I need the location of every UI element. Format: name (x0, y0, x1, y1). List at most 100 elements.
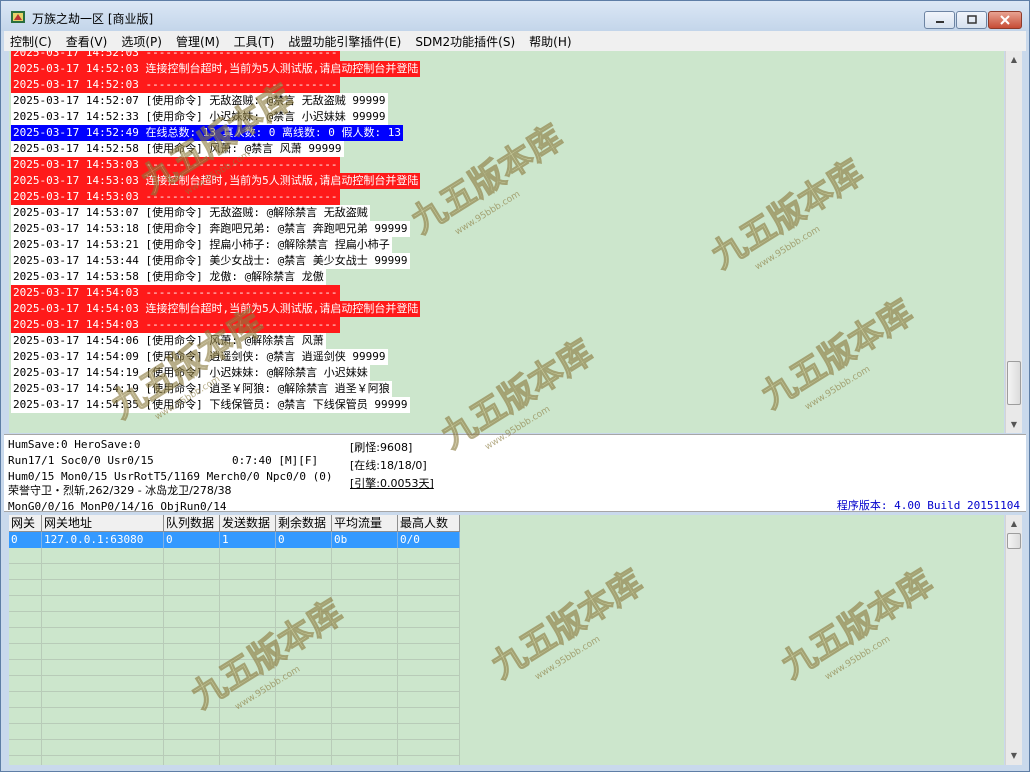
scroll-up-icon[interactable]: ▲ (1006, 51, 1022, 68)
main-window: 万族之劫一区 [商业版] 控制(C) 查看(V) 选项(P) 管理(M) 工具(… (0, 0, 1030, 772)
log-lines: 2025-03-17 14:52:03 --------------------… (11, 51, 421, 413)
col-sent-data[interactable]: 发送数据 (220, 515, 276, 532)
log-line-text: 2025-03-17 14:52:03 连接控制台超时,当前为5人测试版,请启动… (11, 61, 421, 77)
log-line-normal: 2025-03-17 14:53:58 [使用命令] 龙傲: @解除禁言 龙傲 (11, 269, 420, 285)
status-monsters: MonG0/0/16 MonP0/14/16 ObjRun0/14 (8, 500, 227, 513)
gateway-table: 网关 网关地址 队列数据 发送数据 剩余数据 平均流量 最高人数 0 127.0… (9, 515, 460, 765)
minimize-button[interactable] (924, 11, 955, 29)
cell-queue-data: 0 (164, 532, 220, 548)
log-line-text: 2025-03-17 14:53:44 [使用命令] 美少女战士: @禁言 美少… (11, 253, 410, 269)
menu-sdm2-plugin[interactable]: SDM2功能插件(S) (409, 33, 521, 50)
log-line-error: 2025-03-17 14:52:03 连接控制台超时,当前为5人测试版,请启动… (11, 61, 421, 77)
table-row[interactable]: 0 127.0.0.1:63080 0 1 0 0b 0/0 (9, 532, 460, 548)
menu-help[interactable]: 帮助(H) (523, 33, 577, 50)
log-line-error: 2025-03-17 14:54:03 --------------------… (11, 317, 420, 333)
log-line-error: 2025-03-17 14:52:03 --------------------… (11, 77, 420, 93)
status-panel: HumSave:0 HeroSave:0 Run17/1 Soc0/0 Usr0… (4, 434, 1026, 513)
grid-column-line (42, 532, 164, 765)
menu-bar: 控制(C) 查看(V) 选项(P) 管理(M) 工具(T) 战盟功能引擎插件(E… (4, 31, 1026, 51)
status-run: Run17/1 Soc0/0 Usr0/15 (8, 454, 154, 467)
col-queue-data[interactable]: 队列数据 (164, 515, 220, 532)
grid-column-line (9, 532, 42, 765)
refresh-monster-counter: [刷怪:9608] (350, 441, 413, 454)
online-counter: [在线:18/18/0] (350, 459, 427, 472)
log-line-normal: 2025-03-17 14:54:19 [使用命令] 逍圣￥阿狼: @解除禁言 … (11, 381, 420, 397)
log-line-error: 2025-03-17 14:54:03 --------------------… (11, 285, 420, 301)
log-line-error: 2025-03-17 14:54:03 连接控制台超时,当前为5人测试版,请启动… (11, 301, 421, 317)
col-gateway[interactable]: 网关 (9, 515, 42, 532)
log-line-text: 2025-03-17 14:54:06 [使用命令] 风萧: @解除禁言 风萧 (11, 333, 326, 349)
grid-scrollbar[interactable]: ▲ ▼ (1005, 515, 1022, 765)
server-log[interactable]: 2025-03-17 14:52:03 --------------------… (9, 51, 1004, 433)
log-line-text: 2025-03-17 14:54:35 [使用命令] 下线保管员: @禁言 下线… (11, 397, 410, 413)
menu-tools[interactable]: 工具(T) (228, 33, 281, 50)
log-line-text: 2025-03-17 14:53:03 --------------------… (11, 157, 340, 173)
log-line-error: 2025-03-17 14:53:03 --------------------… (11, 189, 420, 205)
log-line-text: 2025-03-17 14:52:58 [使用命令] 风萧: @禁言 风萧 99… (11, 141, 344, 157)
menu-guild-plugin[interactable]: 战盟功能引擎插件(E) (282, 33, 407, 50)
menu-options[interactable]: 选项(P) (115, 33, 168, 50)
log-line-text: 2025-03-17 14:52:07 [使用命令] 无敌盗贼: @禁言 无敌盗… (11, 93, 388, 109)
status-time: 0:7:40 [M][F] (232, 454, 319, 467)
grid-column-line (398, 532, 460, 765)
cell-sent-data: 1 (220, 532, 276, 548)
maximize-button[interactable] (956, 11, 987, 29)
status-map: 荣誉守卫・烈斩,262/329 - 冰岛龙卫/278/38 (8, 484, 232, 497)
log-line-text: 2025-03-17 14:53:07 [使用命令] 无敌盗贼: @解除禁言 无… (11, 205, 370, 221)
log-line-text: 2025-03-17 14:53:58 [使用命令] 龙傲: @解除禁言 龙傲 (11, 269, 326, 285)
col-gateway-address[interactable]: 网关地址 (42, 515, 164, 532)
cell-remaining-data: 0 (276, 532, 332, 548)
grid-column-line (164, 532, 220, 765)
log-line-text: 2025-03-17 14:54:09 [使用命令] 逍遥剑侠: @禁言 逍遥剑… (11, 349, 388, 365)
log-line-normal: 2025-03-17 14:54:19 [使用命令] 小迟妹妹: @解除禁言 小… (11, 365, 420, 381)
server-app-icon (11, 11, 25, 23)
status-counts: Hum0/15 Mon0/15 UsrRotT5/1169 Merch0/0 N… (8, 470, 333, 483)
scroll-down-icon[interactable]: ▼ (1006, 747, 1022, 764)
menu-manage[interactable]: 管理(M) (170, 33, 226, 50)
grid-column-line (220, 532, 276, 765)
log-line-text: 2025-03-17 14:52:03 --------------------… (11, 51, 340, 61)
log-line-text: 2025-03-17 14:54:19 [使用命令] 小迟妹妹: @解除禁言 小… (11, 365, 370, 381)
scroll-down-icon[interactable]: ▼ (1006, 416, 1022, 433)
log-line-normal: 2025-03-17 14:52:33 [使用命令] 小迟妹妹: @禁言 小迟妹… (11, 109, 420, 125)
log-line-normal: 2025-03-17 14:54:35 [使用命令] 下线保管员: @禁言 下线… (11, 397, 420, 413)
cell-gateway: 0 (9, 532, 42, 548)
log-line-text: 2025-03-17 14:53:03 --------------------… (11, 189, 340, 205)
program-version: 程序版本: 4.00 Build 20151104 (836, 499, 1020, 512)
close-icon (1000, 15, 1010, 25)
title-bar[interactable]: 万族之劫一区 [商业版] (1, 1, 1029, 31)
col-avg-traffic[interactable]: 平均流量 (332, 515, 398, 532)
log-line-text: 2025-03-17 14:54:03 --------------------… (11, 285, 340, 301)
log-line-text: 2025-03-17 14:53:18 [使用命令] 奔跑吧兄弟: @禁言 奔跑… (11, 221, 410, 237)
scroll-up-icon[interactable]: ▲ (1006, 515, 1022, 532)
grid-scroll-thumb[interactable] (1007, 533, 1021, 549)
menu-control[interactable]: 控制(C) (4, 33, 58, 50)
gateway-grid: 网关 网关地址 队列数据 发送数据 剩余数据 平均流量 最高人数 0 127.0… (9, 515, 1004, 765)
log-line-normal: 2025-03-17 14:53:18 [使用命令] 奔跑吧兄弟: @禁言 奔跑… (11, 221, 420, 237)
log-scrollbar[interactable]: ▲ ▼ (1005, 51, 1022, 433)
maximize-icon (966, 15, 977, 24)
log-line-error: 2025-03-17 14:53:03 连接控制台超时,当前为5人测试版,请启动… (11, 173, 421, 189)
menu-view[interactable]: 查看(V) (60, 33, 114, 50)
log-line-normal: 2025-03-17 14:53:21 [使用命令] 捏扁小柿子: @解除禁言 … (11, 237, 420, 253)
minimize-icon (935, 21, 944, 23)
log-scroll-thumb[interactable] (1007, 361, 1021, 405)
log-line-normal: 2025-03-17 14:52:07 [使用命令] 无敌盗贼: @禁言 无敌盗… (11, 93, 420, 109)
grid-column-line (276, 532, 332, 765)
log-line-text: 2025-03-17 14:52:03 --------------------… (11, 77, 340, 93)
log-line-info: 2025-03-17 14:52:49 在线总数: 13 真人数: 0 离线数:… (11, 125, 420, 141)
log-line-text: 2025-03-17 14:54:03 --------------------… (11, 317, 340, 333)
engine-days: [引擎:0.0053天] (350, 477, 434, 490)
log-line-error: 2025-03-17 14:52:03 --------------------… (11, 51, 420, 61)
cell-gateway-address: 127.0.0.1:63080 (42, 532, 164, 548)
log-line-text: 2025-03-17 14:52:33 [使用命令] 小迟妹妹: @禁言 小迟妹… (11, 109, 388, 125)
log-line-normal: 2025-03-17 14:54:09 [使用命令] 逍遥剑侠: @禁言 逍遥剑… (11, 349, 420, 365)
log-line-text: 2025-03-17 14:53:03 连接控制台超时,当前为5人测试版,请启动… (11, 173, 421, 189)
col-max-players[interactable]: 最高人数 (398, 515, 460, 532)
log-line-normal: 2025-03-17 14:52:58 [使用命令] 风萧: @禁言 风萧 99… (11, 141, 420, 157)
grid-column-line (332, 532, 398, 765)
log-line-text: 2025-03-17 14:53:21 [使用命令] 捏扁小柿子: @解除禁言 … (11, 237, 392, 253)
close-button[interactable] (988, 11, 1022, 29)
col-remaining-data[interactable]: 剩余数据 (276, 515, 332, 532)
log-line-text: 2025-03-17 14:54:03 连接控制台超时,当前为5人测试版,请启动… (11, 301, 421, 317)
